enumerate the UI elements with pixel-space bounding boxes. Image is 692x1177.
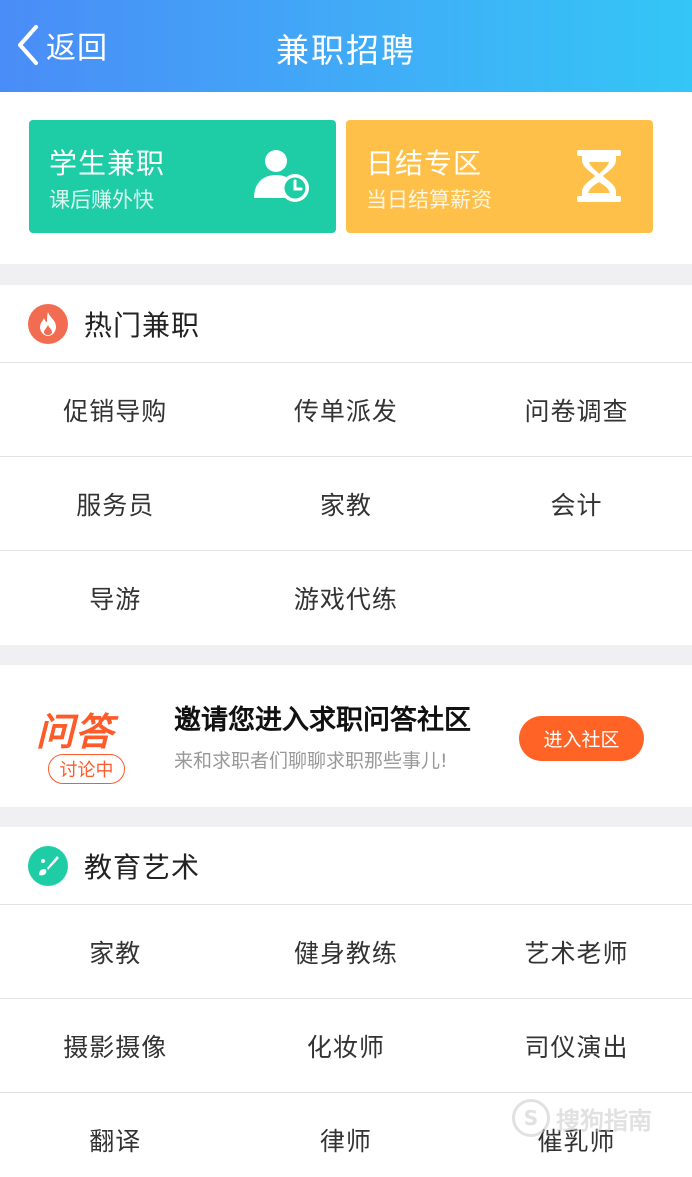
job-item[interactable]: 服务员	[0, 457, 231, 550]
job-item[interactable]: 家教	[0, 905, 231, 998]
job-item[interactable]: 会计	[461, 457, 692, 550]
job-item[interactable]: 翻译	[0, 1093, 231, 1177]
job-item[interactable]: 导游	[0, 551, 231, 645]
section-title: 热门兼职	[84, 308, 201, 342]
feature-cards: 学生兼职 课后赚外快 日结专区 当日结算薪资	[0, 92, 692, 264]
qa-logo: 问答	[36, 710, 115, 754]
grid-row: 促销导购 传单派发 问卷调查	[0, 363, 692, 457]
watermark-text: 搜狗指南	[556, 1106, 652, 1135]
qa-title: 邀请您进入求职问答社区	[174, 705, 471, 736]
card-subtitle: 课后赚外快	[49, 188, 154, 212]
job-item[interactable]: 健身教练	[231, 905, 462, 998]
grid-row: 家教 健身教练 艺术老师	[0, 905, 692, 999]
grid-row: 导游 游戏代练	[0, 551, 692, 645]
section-title: 教育艺术	[84, 850, 201, 884]
qa-subtitle: 来和求职者们聊聊求职那些事儿!	[174, 750, 448, 772]
discussing-badge: 讨论中	[48, 754, 125, 784]
card-subtitle: 当日结算薪资	[366, 188, 492, 212]
section-header: 教育艺术	[0, 827, 692, 905]
grid-row: 摄影摄像 化妆师 司仪演出	[0, 999, 692, 1093]
grid-row: 服务员 家教 会计	[0, 457, 692, 551]
job-item[interactable]: 游戏代练	[231, 551, 462, 645]
daily-pay-card[interactable]: 日结专区 当日结算薪资	[346, 120, 653, 233]
job-item[interactable]: 艺术老师	[461, 905, 692, 998]
job-item[interactable]: 化妆师	[231, 999, 462, 1092]
student-parttime-card[interactable]: 学生兼职 课后赚外快	[29, 120, 336, 233]
watermark: S 搜狗指南	[512, 1088, 682, 1148]
hourglass-icon	[577, 150, 621, 202]
job-item[interactable]: 促销导购	[0, 363, 231, 456]
enter-community-button[interactable]: 进入社区	[519, 716, 644, 761]
page-title: 兼职招聘	[276, 31, 416, 70]
job-item[interactable]: 传单派发	[231, 363, 462, 456]
job-item[interactable]: 家教	[231, 457, 462, 550]
job-item[interactable]: 律师	[231, 1093, 462, 1177]
section-header: 热门兼职	[0, 285, 692, 363]
card-title: 学生兼职	[49, 147, 166, 180]
job-item-empty	[461, 551, 692, 645]
student-clock-icon	[254, 150, 309, 202]
palette-icon	[28, 845, 68, 886]
card-title: 日结专区	[366, 147, 483, 180]
sogou-logo-icon: S	[512, 1099, 550, 1137]
job-item[interactable]: 摄影摄像	[0, 999, 231, 1092]
job-item[interactable]: 司仪演出	[461, 999, 692, 1092]
top-bar: 返回 兼职招聘	[0, 0, 692, 92]
job-item[interactable]: 问卷调查	[461, 363, 692, 456]
hot-jobs-section: 热门兼职 促销导购 传单派发 问卷调查 服务员 家教 会计 导游 游戏代练	[0, 285, 692, 645]
fire-icon	[28, 303, 68, 344]
